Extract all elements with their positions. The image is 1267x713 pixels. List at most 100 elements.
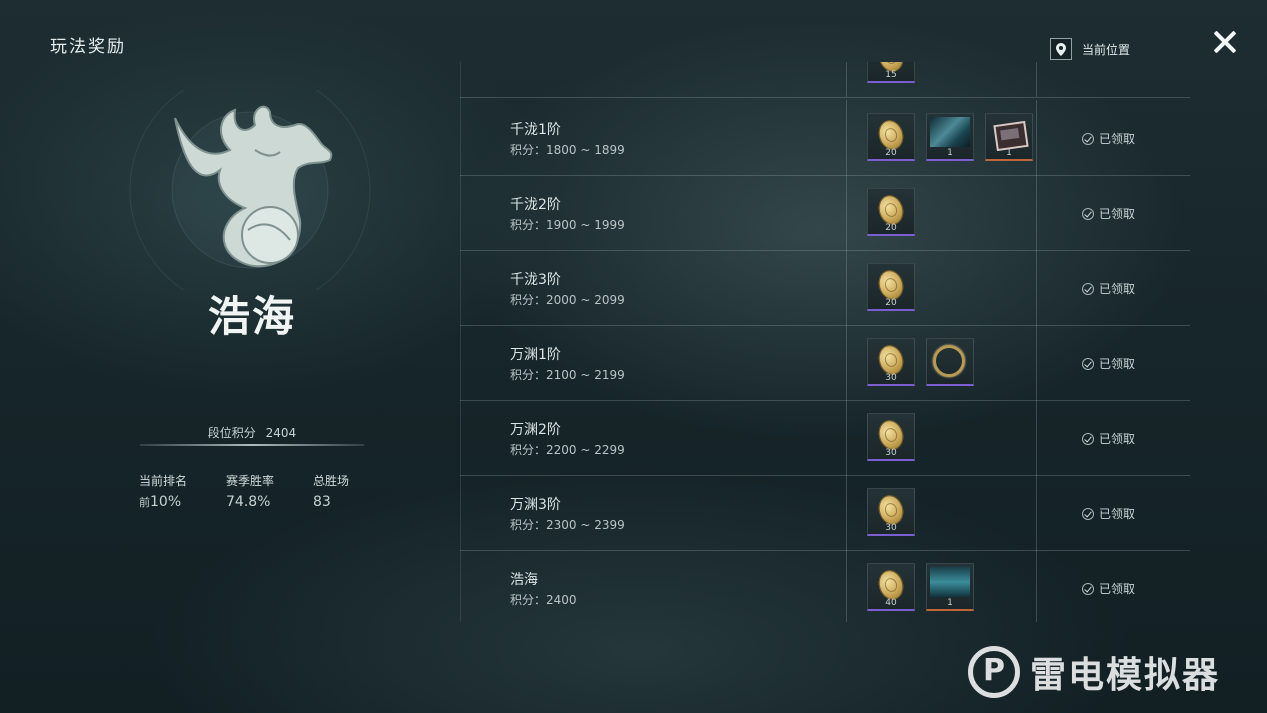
score-divider	[140, 444, 364, 446]
check-icon	[1082, 357, 1094, 370]
tier-score-range: 积分：1900 ~ 1999	[510, 218, 625, 232]
scene-card-icon	[930, 567, 970, 597]
tier-score-range: 积分：2200 ~ 2299	[510, 443, 625, 457]
tier-row: 万渊2阶积分：2200 ~ 2299 30 已领取	[460, 400, 1190, 476]
reward-count: 20	[885, 298, 897, 308]
stat-value: 74.8%	[226, 494, 271, 510]
reward-item[interactable]: 30	[867, 338, 915, 386]
current-location-label: 当前位置	[1082, 42, 1131, 57]
claimed-label: 已领取	[1099, 507, 1136, 521]
stat-value: 前10%	[139, 494, 182, 510]
tier-row: 千泷3阶积分：2000 ~ 2099 20 已领取	[460, 250, 1190, 326]
tier-rewards: 20	[867, 263, 926, 311]
current-location-button[interactable]: 当前位置	[1050, 37, 1130, 61]
reward-count: 40	[885, 598, 897, 608]
reward-item[interactable]: 1	[926, 563, 974, 611]
reward-item[interactable]: 20	[867, 263, 915, 311]
reward-item[interactable]: 30	[867, 413, 915, 461]
tier-rewards: 40 1	[867, 563, 985, 611]
tier-row: 浩海积分：2400 40 1 已领取	[460, 550, 1190, 622]
reward-item[interactable]: 20	[867, 113, 915, 161]
reward-item[interactable]: 1	[985, 113, 1033, 161]
watermark-icon	[968, 646, 1020, 698]
tier-row: 万渊1阶 积分：2100 ~ 2199 30 已领取	[460, 325, 1190, 401]
reward-count: 1	[1006, 148, 1012, 158]
tier-score-range: 积分：2000 ~ 2099	[510, 293, 625, 307]
column-divider	[1036, 550, 1037, 622]
reward-count: 30	[885, 448, 897, 458]
column-divider	[1036, 250, 1037, 325]
stat-value: 83	[313, 494, 331, 510]
stat-label: 当前排名	[139, 474, 188, 488]
reward-count: 1	[947, 598, 953, 608]
check-icon	[1082, 582, 1094, 595]
tier-score-range: 积分：2400	[510, 593, 577, 607]
reward-count: 1	[947, 148, 953, 158]
ring-icon	[933, 345, 965, 377]
watermark-logo: 雷电模拟器	[968, 646, 1220, 698]
rank-emblem-icon	[120, 69, 380, 311]
tier-name: 万渊2阶	[510, 422, 561, 438]
tier-row: 千泷1阶 积分：1800 ~ 1899 20 1 1 已领取	[460, 100, 1190, 176]
column-divider	[1036, 400, 1037, 475]
reward-count: 30	[885, 523, 897, 533]
claimed-label: 已领取	[1099, 582, 1136, 596]
close-icon[interactable]	[1210, 28, 1240, 58]
claimed-status: 已领取	[1082, 430, 1135, 447]
location-pin-icon	[1050, 38, 1072, 60]
tier-score-range: 积分：1800 ~ 1899	[510, 143, 625, 157]
tier-rewards: 30	[867, 413, 926, 461]
tier-rewards: 20	[867, 188, 926, 236]
reward-item[interactable]: 15	[867, 62, 915, 83]
reward-count: 30	[885, 373, 897, 383]
reward-item[interactable]: 30	[867, 488, 915, 536]
reward-item[interactable]: 20	[867, 188, 915, 236]
column-divider	[846, 250, 847, 325]
frame-card-icon	[993, 120, 1029, 152]
tier-score-range: 积分：2300 ~ 2399	[510, 518, 625, 532]
rank-score: 段位积分 2404	[140, 424, 364, 441]
check-icon	[1082, 432, 1094, 445]
check-icon	[1082, 282, 1094, 295]
check-icon	[1082, 507, 1094, 520]
tier-name: 千泷2阶	[510, 197, 561, 213]
column-divider	[846, 325, 847, 400]
tier-row-partial: 15	[460, 62, 1190, 98]
reward-item[interactable]: 40	[867, 563, 915, 611]
claimed-status: 已领取	[1082, 205, 1135, 222]
tier-name: 千泷1阶	[510, 122, 561, 138]
claimed-status: 已领取	[1082, 505, 1135, 522]
tier-name: 千泷3阶	[510, 272, 561, 288]
column-divider	[846, 175, 847, 250]
check-icon	[1082, 207, 1094, 220]
check-icon	[1082, 132, 1094, 145]
tier-rewards: 30	[867, 338, 985, 386]
tier-name: 万渊3阶	[510, 497, 561, 513]
column-divider	[1036, 475, 1037, 550]
column-divider	[846, 550, 847, 622]
column-divider	[1036, 325, 1037, 400]
column-divider	[846, 100, 847, 175]
watermark-text: 雷电模拟器	[1030, 655, 1221, 696]
claimed-label: 已领取	[1099, 432, 1136, 446]
rank-name: 浩海	[207, 292, 296, 341]
claimed-status: 已领取	[1082, 580, 1135, 597]
claimed-status: 已领取	[1082, 130, 1135, 147]
reward-count: 20	[885, 223, 897, 233]
tier-rewards: 20 1 1	[867, 113, 1044, 161]
rank-score-label: 段位积分	[207, 426, 256, 440]
reward-item[interactable]: 1	[926, 113, 974, 161]
claimed-status: 已领取	[1082, 280, 1135, 297]
column-divider	[846, 400, 847, 475]
stat-label: 赛季胜率	[226, 474, 275, 488]
reward-count: 20	[885, 148, 897, 158]
tier-score-range: 积分：2100 ~ 2199	[510, 368, 625, 382]
scene-card-icon	[930, 117, 970, 147]
stat-rank: 当前排名 前10%	[139, 472, 187, 510]
claimed-label: 已领取	[1099, 132, 1136, 146]
reward-item[interactable]	[926, 338, 974, 386]
stat-label: 总胜场	[313, 474, 350, 488]
tier-name: 浩海	[510, 572, 538, 588]
column-divider	[1036, 175, 1037, 250]
tier-reward-list[interactable]: 15 千泷1阶 积分：1800 ~ 1899 20 1 1 已领取 千泷2阶 积分：1900 …	[460, 62, 1190, 622]
